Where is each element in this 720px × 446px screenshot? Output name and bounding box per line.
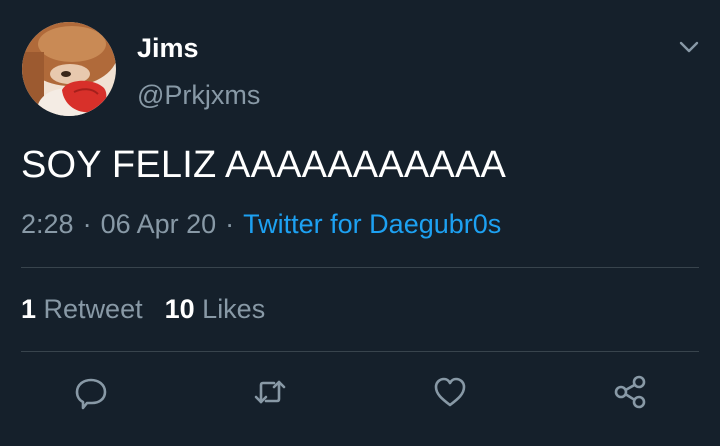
likes-count: 10 — [164, 294, 195, 324]
tweet-text: SOY FELIZ AAAAAAAAAAA — [21, 144, 507, 186]
reply-button[interactable] — [71, 372, 111, 412]
chevron-down-icon[interactable] — [676, 34, 702, 60]
divider — [21, 267, 699, 268]
display-name[interactable]: Jims — [137, 33, 199, 64]
tweet-date: 06 Apr 20 — [100, 209, 217, 239]
tweet-stats: 1 Retweet 10 Likes — [21, 294, 265, 325]
tweet-meta: 2:28 · 06 Apr 20 · Twitter for Daegubr0s — [21, 209, 501, 240]
meta-separator: · — [225, 209, 235, 239]
retweets-stat[interactable]: 1 Retweet — [21, 294, 143, 324]
avatar-image — [22, 22, 116, 116]
tweet-card: Jims @Prkjxms SOY FELIZ AAAAAAAAAAA 2:28… — [0, 0, 720, 446]
like-button[interactable] — [430, 372, 470, 412]
avatar[interactable] — [22, 22, 116, 116]
tweet-time: 2:28 — [21, 209, 74, 239]
share-button[interactable] — [610, 372, 650, 412]
retweet-button[interactable] — [250, 372, 290, 412]
user-handle[interactable]: @Prkjxms — [137, 80, 260, 111]
share-icon — [614, 375, 646, 409]
likes-stat[interactable]: 10 Likes — [165, 294, 266, 324]
heart-icon — [434, 377, 466, 407]
tweet-source-link[interactable]: Twitter for Daegubr0s — [243, 209, 501, 239]
retweets-count: 1 — [21, 294, 37, 324]
meta-separator: · — [82, 209, 92, 239]
retweets-label: Retweet — [43, 294, 143, 324]
likes-label: Likes — [202, 294, 266, 324]
reply-icon — [75, 378, 107, 410]
divider — [21, 351, 699, 352]
retweet-icon — [254, 380, 286, 404]
